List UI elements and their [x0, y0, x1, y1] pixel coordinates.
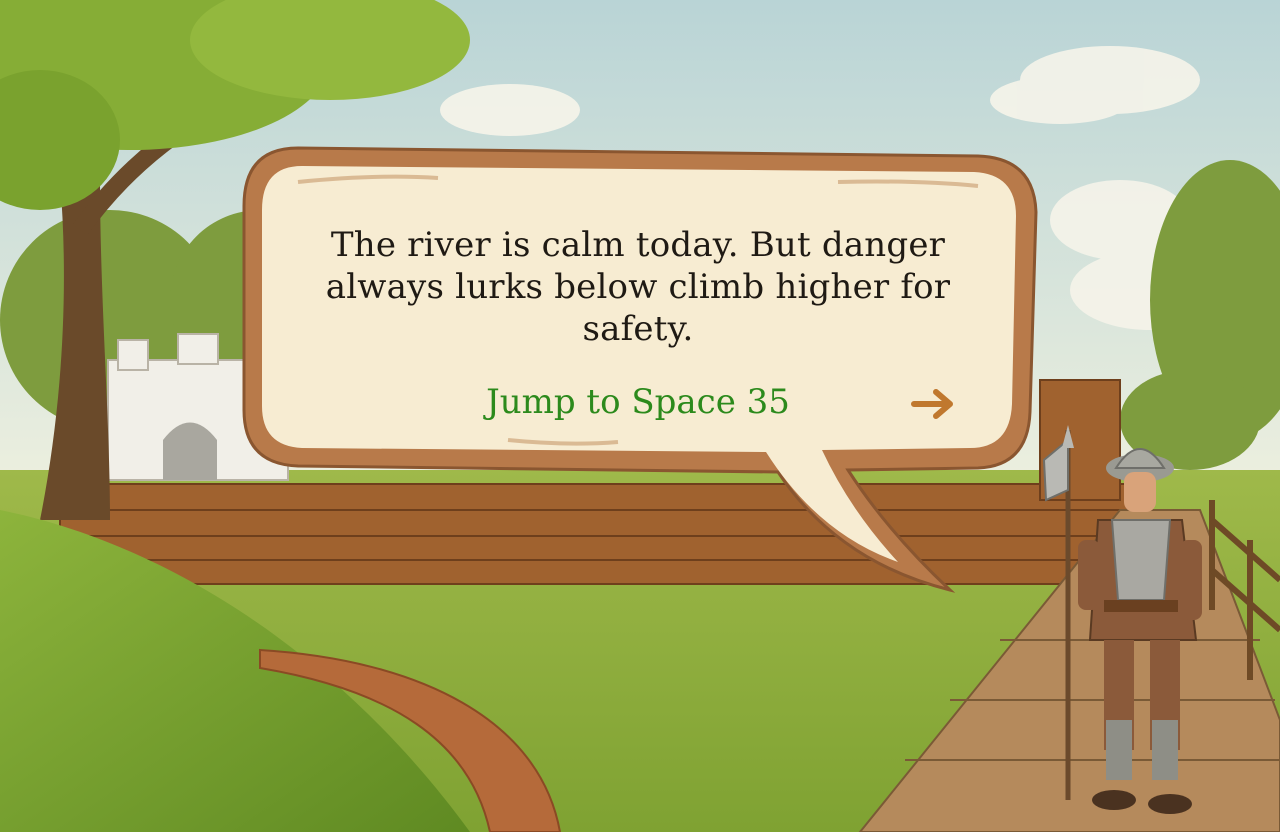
jump-to-space-link[interactable]: Jump to Space 35: [428, 380, 848, 424]
arrow-right-icon: [911, 389, 953, 419]
dialogue-text: The river is calm today. But danger alwa…: [325, 225, 951, 349]
speech-bubble: The river is calm today. But danger alwa…: [238, 142, 1038, 602]
game-scene: The river is calm today. But danger alwa…: [0, 0, 1280, 832]
speech-bubble-shape: [242, 146, 1038, 593]
next-button[interactable]: [910, 384, 958, 424]
